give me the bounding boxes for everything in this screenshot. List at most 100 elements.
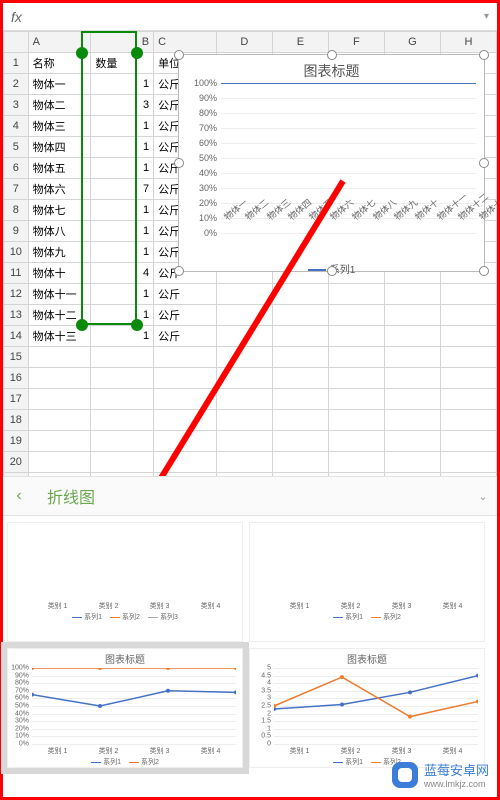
- row-header-2[interactable]: 2: [4, 74, 29, 95]
- cell[interactable]: [384, 452, 440, 473]
- col-header-F[interactable]: F: [328, 32, 384, 53]
- cell[interactable]: [440, 305, 496, 326]
- cell[interactable]: [272, 410, 328, 431]
- row-header-19[interactable]: 19: [4, 431, 29, 452]
- formula-bar[interactable]: fx ▾: [3, 3, 497, 31]
- cell[interactable]: [440, 347, 496, 368]
- cell[interactable]: 物体十二: [28, 305, 91, 326]
- cell[interactable]: [272, 284, 328, 305]
- cell[interactable]: 物体三: [28, 116, 91, 137]
- row-header-18[interactable]: 18: [4, 410, 29, 431]
- cell[interactable]: [328, 368, 384, 389]
- cell[interactable]: 物体七: [28, 200, 91, 221]
- cell[interactable]: [328, 347, 384, 368]
- cell[interactable]: 公斤: [154, 326, 217, 347]
- cell[interactable]: 7: [91, 179, 154, 200]
- cell[interactable]: [28, 452, 91, 473]
- cell[interactable]: 物体十三: [28, 326, 91, 347]
- cell[interactable]: [328, 473, 384, 477]
- cell[interactable]: [272, 326, 328, 347]
- cell[interactable]: [91, 389, 154, 410]
- row-header-12[interactable]: 12: [4, 284, 29, 305]
- cell[interactable]: 公斤: [154, 305, 217, 326]
- cell[interactable]: [384, 410, 440, 431]
- cell[interactable]: [28, 473, 91, 477]
- cell[interactable]: [154, 452, 217, 473]
- cell[interactable]: [384, 368, 440, 389]
- chart-resize-handle[interactable]: [327, 50, 337, 60]
- row-header-4[interactable]: 4: [4, 116, 29, 137]
- cell[interactable]: 物体八: [28, 221, 91, 242]
- chart-preview-top-left[interactable]: 类别 1类别 2类别 3类别 4系列1系列2系列3: [7, 522, 243, 642]
- row-header-11[interactable]: 11: [4, 263, 29, 284]
- cell[interactable]: [91, 473, 154, 477]
- cell[interactable]: [154, 368, 217, 389]
- row-header-16[interactable]: 16: [4, 368, 29, 389]
- cell[interactable]: [91, 368, 154, 389]
- cell[interactable]: 物体一: [28, 74, 91, 95]
- col-header-C[interactable]: C: [154, 32, 217, 53]
- cell[interactable]: [384, 389, 440, 410]
- cell[interactable]: [154, 347, 217, 368]
- cell[interactable]: 1: [91, 326, 154, 347]
- cell[interactable]: [440, 284, 496, 305]
- chart-resize-handle[interactable]: [174, 266, 184, 276]
- cell[interactable]: [272, 347, 328, 368]
- cell[interactable]: [440, 410, 496, 431]
- cell[interactable]: [28, 368, 91, 389]
- cell[interactable]: [272, 389, 328, 410]
- cell[interactable]: 公斤: [154, 284, 217, 305]
- row-header-7[interactable]: 7: [4, 179, 29, 200]
- cell[interactable]: [272, 368, 328, 389]
- back-icon[interactable]: ‹: [3, 487, 35, 505]
- cell[interactable]: [28, 389, 91, 410]
- cell[interactable]: [28, 431, 91, 452]
- col-header-D[interactable]: D: [216, 32, 272, 53]
- cell[interactable]: 名称: [28, 53, 91, 74]
- row-header-6[interactable]: 6: [4, 158, 29, 179]
- cell[interactable]: [216, 326, 272, 347]
- cell[interactable]: [328, 389, 384, 410]
- cell[interactable]: 物体四: [28, 137, 91, 158]
- cell[interactable]: [328, 284, 384, 305]
- cell[interactable]: 1: [91, 74, 154, 95]
- cell[interactable]: [28, 410, 91, 431]
- cell[interactable]: [154, 473, 217, 477]
- cell[interactable]: [91, 431, 154, 452]
- cell[interactable]: [28, 347, 91, 368]
- row-header-8[interactable]: 8: [4, 200, 29, 221]
- cell[interactable]: [328, 326, 384, 347]
- cell[interactable]: [384, 284, 440, 305]
- cell[interactable]: 物体二: [28, 95, 91, 116]
- cell[interactable]: [384, 305, 440, 326]
- spreadsheet-grid[interactable]: ABCDEFGH1名称数量单位2物体一1公斤3物体二3公斤4物体三1公斤5物体四…: [3, 31, 497, 476]
- row-header-15[interactable]: 15: [4, 347, 29, 368]
- cell[interactable]: 物体九: [28, 242, 91, 263]
- row-header-9[interactable]: 9: [4, 221, 29, 242]
- cell[interactable]: [216, 410, 272, 431]
- cell[interactable]: 物体五: [28, 158, 91, 179]
- cell[interactable]: [272, 473, 328, 477]
- select-all-cell[interactable]: [4, 32, 29, 53]
- row-header-1[interactable]: 1: [4, 53, 29, 74]
- row-header-10[interactable]: 10: [4, 242, 29, 263]
- cell[interactable]: [216, 284, 272, 305]
- cell[interactable]: 1: [91, 305, 154, 326]
- cell[interactable]: [216, 305, 272, 326]
- cell[interactable]: [91, 410, 154, 431]
- cell[interactable]: [216, 347, 272, 368]
- cell[interactable]: [154, 431, 217, 452]
- cell[interactable]: 1: [91, 221, 154, 242]
- cell[interactable]: [216, 431, 272, 452]
- cell[interactable]: 1: [91, 200, 154, 221]
- cell[interactable]: 物体十: [28, 263, 91, 284]
- cell[interactable]: [384, 326, 440, 347]
- row-header-3[interactable]: 3: [4, 95, 29, 116]
- col-header-G[interactable]: G: [384, 32, 440, 53]
- chart-resize-handle[interactable]: [479, 158, 489, 168]
- cell[interactable]: 数量: [91, 53, 154, 74]
- cell[interactable]: 1: [91, 137, 154, 158]
- col-header-A[interactable]: A: [28, 32, 91, 53]
- chart-preview-bottom-left[interactable]: 图表标题100%90%80%70%60%50%40%30%20%10%0%类别 …: [7, 648, 243, 768]
- cell[interactable]: [328, 452, 384, 473]
